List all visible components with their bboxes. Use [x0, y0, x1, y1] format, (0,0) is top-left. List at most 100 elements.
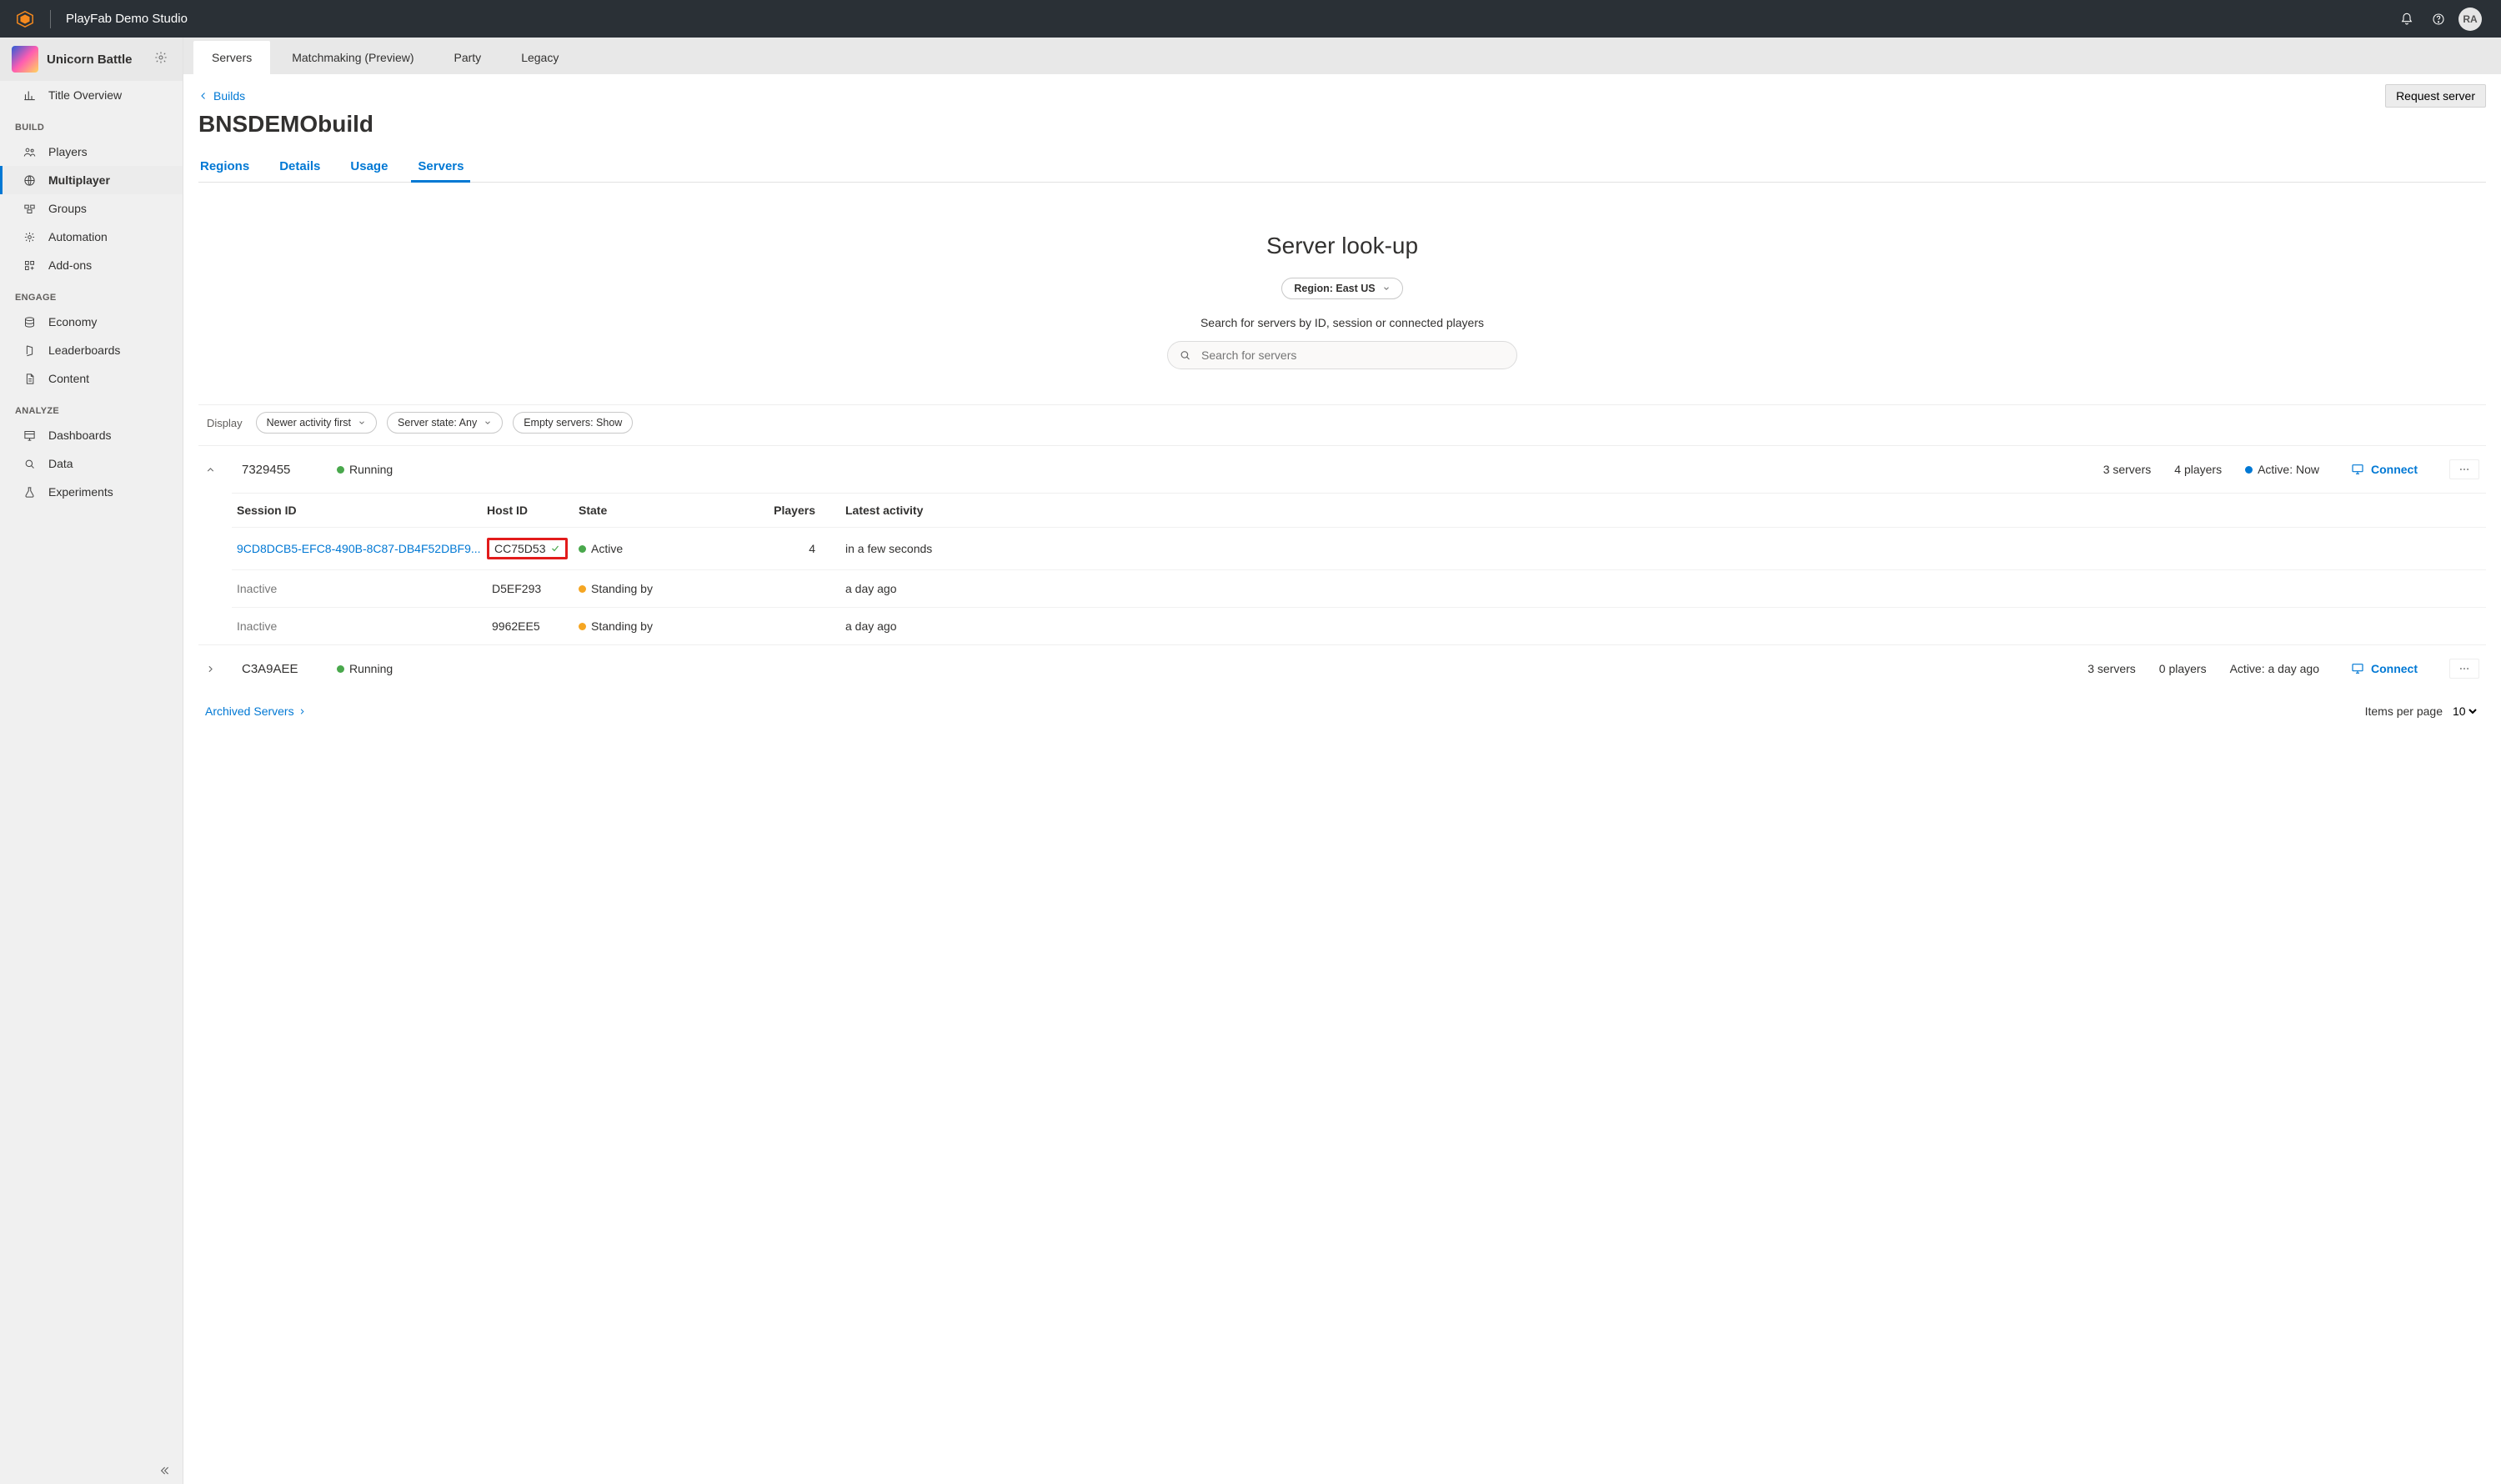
sidebar-item-experiments[interactable]: Experiments [0, 478, 183, 506]
more-menu[interactable] [2449, 459, 2479, 479]
dashboards-icon [22, 428, 37, 443]
subtab-details[interactable]: Details [278, 153, 322, 182]
sidebar-item-label: Content [48, 372, 89, 385]
panel-footer: Archived Servers Items per page 10 [198, 692, 2486, 744]
connect-button[interactable]: Connect [2343, 458, 2426, 481]
subtab-servers[interactable]: Servers [416, 153, 465, 182]
region-selector[interactable]: Region: East US [1281, 278, 1402, 299]
status-dot-icon [337, 466, 344, 474]
sidebar-heading-build: BUILD [0, 109, 183, 138]
row-players: 4 [745, 542, 845, 555]
status-dot-icon [579, 623, 586, 630]
row-state: Active [591, 542, 623, 555]
sidebar-item-label: Data [48, 457, 73, 470]
top-bar: PlayFab Demo Studio RA [0, 0, 2501, 38]
host-id[interactable]: D5EF293 [487, 580, 546, 597]
lookup-title: Server look-up [198, 233, 2486, 259]
content-icon [22, 371, 37, 386]
table-row: 9CD8DCB5-EFC8-490B-8C87-DB4F52DBF9... CC… [232, 527, 2486, 569]
filter-sort[interactable]: Newer activity first [256, 412, 377, 434]
sidebar-item-players[interactable]: Players [0, 138, 183, 166]
title-thumbnail [12, 46, 38, 73]
status-dot-icon [579, 545, 586, 553]
user-avatar[interactable]: RA [2454, 3, 2486, 35]
ipp-label: Items per page [2365, 704, 2443, 718]
subtab-usage[interactable]: Usage [348, 153, 389, 182]
tab-servers[interactable]: Servers [193, 41, 270, 74]
sidebar-item-label: Experiments [48, 485, 113, 499]
sidebar-item-groups[interactable]: Groups [0, 194, 183, 223]
monitor-icon [2351, 662, 2364, 675]
status-dot-icon [579, 585, 586, 593]
subtab-regions[interactable]: Regions [198, 153, 251, 182]
search-icon [1179, 349, 1191, 362]
chevron-right-icon[interactable] [205, 664, 222, 674]
group-id: 7329455 [242, 463, 317, 477]
sidebar-collapse-button[interactable] [0, 1457, 183, 1484]
chevron-down-icon [484, 419, 492, 427]
title-selector[interactable]: Unicorn Battle [0, 38, 183, 81]
session-id-link[interactable]: 9CD8DCB5-EFC8-490B-8C87-DB4F52DBF9... [237, 542, 487, 555]
chevron-up-icon[interactable] [205, 464, 222, 475]
breadcrumb[interactable]: Builds [198, 89, 245, 103]
group-active: Active: a day ago [2230, 662, 2319, 675]
row-activity: a day ago [845, 582, 2481, 595]
avatar-initials: RA [2458, 8, 2482, 31]
more-menu[interactable] [2449, 659, 2479, 679]
host-id[interactable]: 9962EE5 [487, 618, 545, 634]
sidebar-item-content[interactable]: Content [0, 364, 183, 393]
tab-legacy[interactable]: Legacy [503, 41, 577, 74]
status-dot-icon [2245, 466, 2253, 474]
sidebar-item-economy[interactable]: Economy [0, 308, 183, 336]
row-activity: a day ago [845, 619, 2481, 633]
sidebar-item-overview[interactable]: Title Overview [0, 81, 183, 109]
chevron-down-icon [358, 419, 366, 427]
sidebar-item-addons[interactable]: Add-ons [0, 251, 183, 279]
request-server-button[interactable]: Request server [2385, 84, 2486, 108]
sidebar-item-label: Dashboards [48, 429, 112, 442]
group-servers: 3 servers [2103, 463, 2152, 476]
chevron-down-icon [1382, 284, 1391, 293]
sidebar-item-leaderboards[interactable]: Leaderboards [0, 336, 183, 364]
sidebar-item-multiplayer[interactable]: Multiplayer [0, 166, 183, 194]
gear-icon[interactable] [154, 51, 171, 68]
session-id: Inactive [237, 619, 487, 633]
ipp-select[interactable]: 10 [2449, 704, 2479, 719]
table-row: Inactive 9962EE5 Standing by a day ago [232, 607, 2486, 644]
host-id[interactable]: CC75D53 [487, 538, 568, 559]
addons-icon [22, 258, 37, 273]
archived-servers-link[interactable]: Archived Servers [205, 704, 307, 718]
server-group-header[interactable]: 7329455 Running 3 servers 4 players Acti… [198, 446, 2486, 493]
bar-chart-icon [22, 88, 37, 103]
lookup-hint: Search for servers by ID, session or con… [198, 316, 2486, 329]
filter-empty[interactable]: Empty servers: Show [513, 412, 633, 434]
group-status: Running [349, 662, 393, 675]
sidebar-item-label: Leaderboards [48, 343, 120, 357]
col-players: Players [745, 504, 845, 517]
monitor-icon [2351, 463, 2364, 476]
chevron-right-icon [298, 707, 307, 716]
connect-button[interactable]: Connect [2343, 657, 2426, 680]
search-input[interactable] [1167, 341, 1517, 369]
filter-state[interactable]: Server state: Any [387, 412, 503, 434]
sidebar-item-automation[interactable]: Automation [0, 223, 183, 251]
sidebar-item-label: Groups [48, 202, 87, 215]
tab-party[interactable]: Party [436, 41, 500, 74]
bell-icon[interactable] [2391, 3, 2423, 35]
help-icon[interactable] [2423, 3, 2454, 35]
main-content: Servers Matchmaking (Preview) Party Lega… [183, 38, 2501, 1484]
sidebar-item-dashboards[interactable]: Dashboards [0, 421, 183, 449]
sidebar-item-label: Multiplayer [48, 173, 110, 187]
col-state: State [579, 504, 745, 517]
server-sub-table: Session ID Host ID State Players Latest … [198, 493, 2486, 644]
server-group-header[interactable]: C3A9AEE Running 3 servers 0 players Acti… [198, 645, 2486, 692]
chevron-left-icon [198, 91, 208, 101]
sidebar-item-label: Players [48, 145, 88, 158]
players-icon [22, 144, 37, 159]
sidebar-item-data[interactable]: Data [0, 449, 183, 478]
col-session: Session ID [237, 504, 487, 517]
playfab-logo-icon [15, 9, 35, 29]
row-state: Standing by [591, 619, 653, 633]
row-state: Standing by [591, 582, 653, 595]
tab-matchmaking[interactable]: Matchmaking (Preview) [273, 41, 432, 74]
